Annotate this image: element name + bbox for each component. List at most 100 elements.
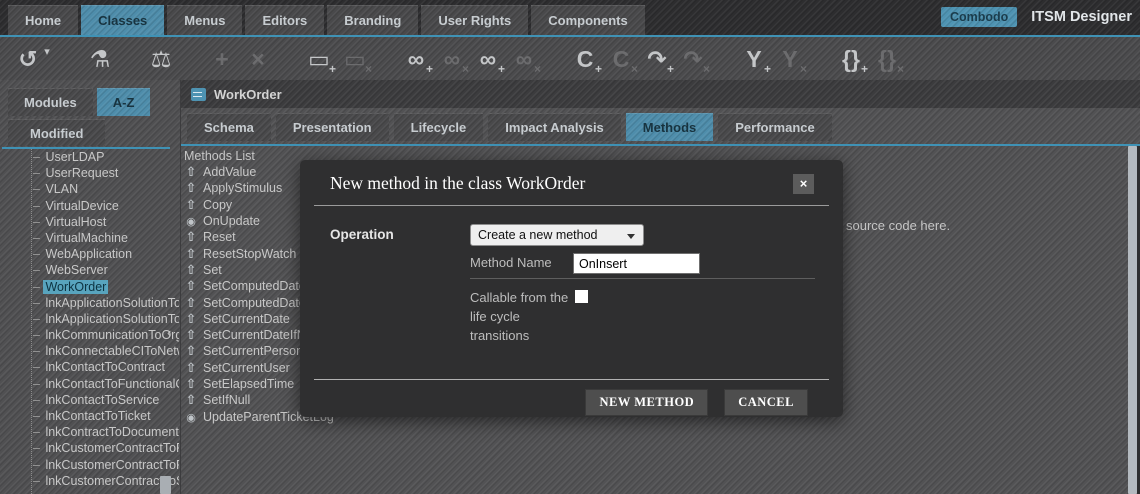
nav-tab-home[interactable]: Home (8, 5, 78, 35)
class-title: WorkOrder (214, 87, 282, 102)
arrow-up-icon (184, 164, 198, 180)
nav-tabs: HomeClassesMenusEditorsBrandingUser Righ… (8, 5, 645, 35)
method-name-label: Method Name (470, 255, 552, 270)
undo-menu-caret[interactable]: ▾ (42, 37, 52, 67)
class-item[interactable]: lnkCustomerContractToFu (33, 440, 179, 456)
arrow-up-icon (184, 343, 198, 359)
sidebar: ModulesA-Z Modified UserLDAP UserRequest… (0, 80, 180, 494)
callable-label: Callable from the life cycle transitions (470, 288, 578, 345)
check-model-button[interactable]: ⚗ (87, 41, 113, 77)
class-item[interactable]: UserRequest (33, 165, 179, 181)
sidebar-tab-modules[interactable]: Modules (8, 88, 93, 116)
tab-performance[interactable]: Performance (718, 113, 831, 141)
sidebar-collapse-handle[interactable]: ‹ (167, 326, 171, 339)
dialog-row-divider (470, 278, 815, 279)
class-tabs: SchemaPresentationLifecycleImpact Analys… (187, 113, 832, 141)
class-item[interactable]: lnkApplicationSolutionToB (33, 295, 179, 311)
arrow-up-icon (184, 295, 198, 311)
tab-impact-analysis[interactable]: Impact Analysis (488, 113, 621, 141)
sidebar-tab-az[interactable]: A-Z (97, 88, 151, 116)
class-titlebar: WorkOrder (181, 80, 1140, 108)
dialog-buttons: NEW METHOD CANCEL (585, 389, 808, 416)
class-item[interactable]: UserLDAP (33, 149, 179, 165)
close-icon[interactable]: × (793, 174, 814, 194)
class-item[interactable]: lnkContractToDocument (33, 424, 179, 440)
method-name-input[interactable] (573, 253, 700, 274)
delete-field-button[interactable]: ▭ × (342, 41, 368, 77)
combodo-badge: Combodo (941, 7, 1017, 27)
arrow-up-icon (184, 229, 198, 245)
class-item[interactable]: lnkConnectableCIToNetwo (33, 343, 179, 359)
class-item[interactable]: lnkCommunicationToOrga (33, 327, 179, 343)
class-item[interactable]: lnkApplicationSolutionToF (33, 311, 179, 327)
undo-button[interactable]: ↺ (15, 41, 41, 77)
arrow-up-icon (184, 197, 198, 213)
nav-tab-branding[interactable]: Branding (327, 5, 418, 35)
arrow-up-icon (184, 180, 198, 196)
event-circle-icon (184, 214, 198, 228)
tab-methods[interactable]: Methods (626, 113, 713, 141)
class-item[interactable]: VLAN (33, 181, 179, 197)
nav-tab-classes[interactable]: Classes (81, 5, 164, 35)
compare-button[interactable]: ⚖ (148, 41, 174, 77)
dialog-title-divider (314, 205, 829, 206)
class-item[interactable]: WorkOrder (33, 279, 179, 295)
delete-stimulus-button[interactable]: C × (608, 41, 634, 77)
class-item[interactable]: lnkCustomerContractToPr (33, 457, 179, 473)
tab-lifecycle[interactable]: Lifecycle (394, 113, 484, 141)
arrow-up-icon (184, 246, 198, 262)
class-item[interactable]: lnkContactToTicket (33, 408, 179, 424)
delete-transition-button[interactable]: Y × (777, 41, 803, 77)
sidebar-tab-modified[interactable]: Modified (8, 119, 105, 146)
delete-method-button[interactable]: {} × (874, 41, 900, 77)
class-tree: UserLDAP UserRequest VLAN VirtualDevice … (31, 149, 179, 494)
arrow-up-icon (184, 376, 198, 392)
arrow-up-icon (184, 392, 198, 408)
callable-checkbox[interactable] (575, 290, 588, 303)
nav-tab-menus[interactable]: Menus (167, 5, 242, 35)
new-method-button[interactable]: NEW METHOD (585, 389, 708, 416)
tab-presentation[interactable]: Presentation (276, 113, 389, 141)
top-navbar: HomeClassesMenusEditorsBrandingUser Righ… (0, 0, 1140, 35)
cancel-button[interactable]: CANCEL (724, 389, 808, 416)
add-transition-button[interactable]: Y + (741, 41, 767, 77)
class-item[interactable]: lnkContactToService (33, 392, 179, 408)
add-linkclass-button[interactable]: ∞ + (475, 41, 501, 77)
brand-area: Combodo ITSM Designer (941, 7, 1132, 27)
main-scrollbar[interactable] (1128, 146, 1137, 494)
source-code-hint: source code here. (846, 218, 950, 233)
class-item[interactable]: VirtualHost (33, 214, 179, 230)
sidebar-scrollbar-thumb[interactable] (160, 476, 171, 494)
nav-tab-components[interactable]: Components (531, 5, 644, 35)
nav-tab-user-rights[interactable]: User Rights (421, 5, 528, 35)
app-title: ITSM Designer (1031, 9, 1132, 25)
operation-select[interactable]: Create a new method (470, 224, 644, 246)
delete-lifecycle-action-button[interactable]: ↷ × (680, 41, 706, 77)
arrow-up-icon (184, 278, 198, 294)
tab-schema[interactable]: Schema (187, 113, 271, 141)
event-circle-icon (184, 410, 198, 424)
dialog-footer-divider (314, 379, 829, 380)
add-class-button[interactable]: + (209, 41, 235, 77)
delete-linkclass-button[interactable]: ∞ × (511, 41, 537, 77)
add-field-button[interactable]: ▭ + (306, 41, 332, 77)
add-lifecycle-action-button[interactable]: ↷ + (644, 41, 670, 77)
add-link-button[interactable]: ∞ + (403, 41, 429, 77)
add-stimulus-button[interactable]: C + (572, 41, 598, 77)
arrow-up-icon (184, 327, 198, 343)
class-item[interactable]: lnkContactToFunctionalCI (33, 376, 179, 392)
new-method-dialog: New method in the class WorkOrder × Oper… (300, 160, 843, 417)
class-item[interactable]: lnkCustomerContractToSe (33, 473, 179, 489)
add-method-button[interactable]: {} + (838, 41, 864, 77)
class-item[interactable]: VirtualMachine (33, 230, 179, 246)
class-item[interactable]: WebApplication (33, 246, 179, 262)
class-item[interactable]: VirtualDevice (33, 198, 179, 214)
delete-class-button[interactable]: × (245, 41, 271, 77)
toolbar: ↺ ▾ ⚗ ⚖ + × ▭ + ▭ (0, 37, 1140, 80)
class-item[interactable]: WebServer (33, 262, 179, 278)
nav-underline (0, 35, 1140, 37)
class-item[interactable]: lnkContactToContract (33, 359, 179, 375)
chevron-down-icon (627, 234, 635, 239)
delete-link-button[interactable]: ∞ × (439, 41, 465, 77)
nav-tab-editors[interactable]: Editors (245, 5, 324, 35)
